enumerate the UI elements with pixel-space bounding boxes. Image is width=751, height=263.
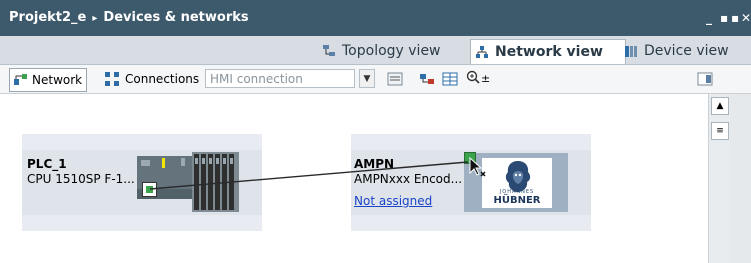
chevron-down-icon[interactable]: ▼ bbox=[359, 69, 375, 88]
tab-topology-label: Topology view bbox=[342, 43, 441, 59]
tab-network-view[interactable]: Network view bbox=[470, 39, 626, 64]
tab-topology-view[interactable]: Topology view bbox=[318, 39, 441, 63]
hmi-connection-select[interactable]: HMI connection bbox=[205, 69, 355, 88]
connection-overlay bbox=[149, 156, 486, 190]
view-tabs-bar: Topology view Network view Device view bbox=[0, 36, 751, 65]
toolbar: Network Connections HMI connection ▼ ± bbox=[0, 65, 751, 94]
vertical-scrollbar[interactable]: ▲ ≡ bbox=[708, 94, 730, 263]
panel-toggle-icon[interactable] bbox=[697, 72, 713, 86]
device-icon bbox=[625, 46, 637, 57]
network-mode-button[interactable]: Network bbox=[9, 68, 88, 92]
tab-device-label: Device view bbox=[644, 43, 729, 59]
show-names-icon[interactable] bbox=[387, 72, 403, 86]
right-side-panel bbox=[730, 94, 751, 263]
scroll-grip-icon[interactable]: ≡ bbox=[711, 122, 729, 140]
connections-label: Connections bbox=[125, 72, 200, 86]
network-mode-icon bbox=[14, 74, 27, 85]
mouse-cursor-icon bbox=[469, 156, 486, 177]
network-overview-icon[interactable] bbox=[419, 72, 435, 86]
scroll-up-button[interactable]: ▲ bbox=[711, 97, 729, 115]
connections-button[interactable]: Connections bbox=[101, 68, 199, 90]
title-bar: Projekt2_e ▸ Devices & networks _ ▪ ▪ ✕ bbox=[0, 0, 751, 36]
tab-network-label: Network view bbox=[495, 44, 603, 60]
minimize-button[interactable]: _ bbox=[706, 11, 712, 25]
tab-device-view[interactable]: Device view bbox=[620, 39, 729, 63]
table-view-icon[interactable] bbox=[442, 72, 458, 86]
zoom-level-toggle[interactable]: ± bbox=[481, 68, 490, 90]
topology-icon bbox=[323, 45, 335, 56]
connections-icon bbox=[105, 72, 119, 86]
breadcrumb-section[interactable]: Devices & networks bbox=[103, 10, 248, 25]
breadcrumb-separator: ▸ bbox=[92, 13, 98, 24]
close-button[interactable]: ✕ bbox=[741, 11, 751, 25]
breadcrumb-project[interactable]: Projekt2_e bbox=[9, 10, 86, 25]
zoom-icon[interactable] bbox=[465, 70, 481, 84]
network-icon bbox=[476, 46, 488, 58]
breadcrumb: Projekt2_e ▸ Devices & networks bbox=[9, 10, 249, 25]
connection-line bbox=[149, 161, 469, 190]
maximize-button[interactable]: ▪ bbox=[731, 11, 739, 25]
restore-button[interactable]: ▪ bbox=[720, 11, 728, 25]
network-mode-label: Network bbox=[32, 73, 83, 87]
network-canvas[interactable]: PLC_1 CPU 1510SP F-1... AMPN AMPNxxx Enc… bbox=[0, 94, 708, 263]
